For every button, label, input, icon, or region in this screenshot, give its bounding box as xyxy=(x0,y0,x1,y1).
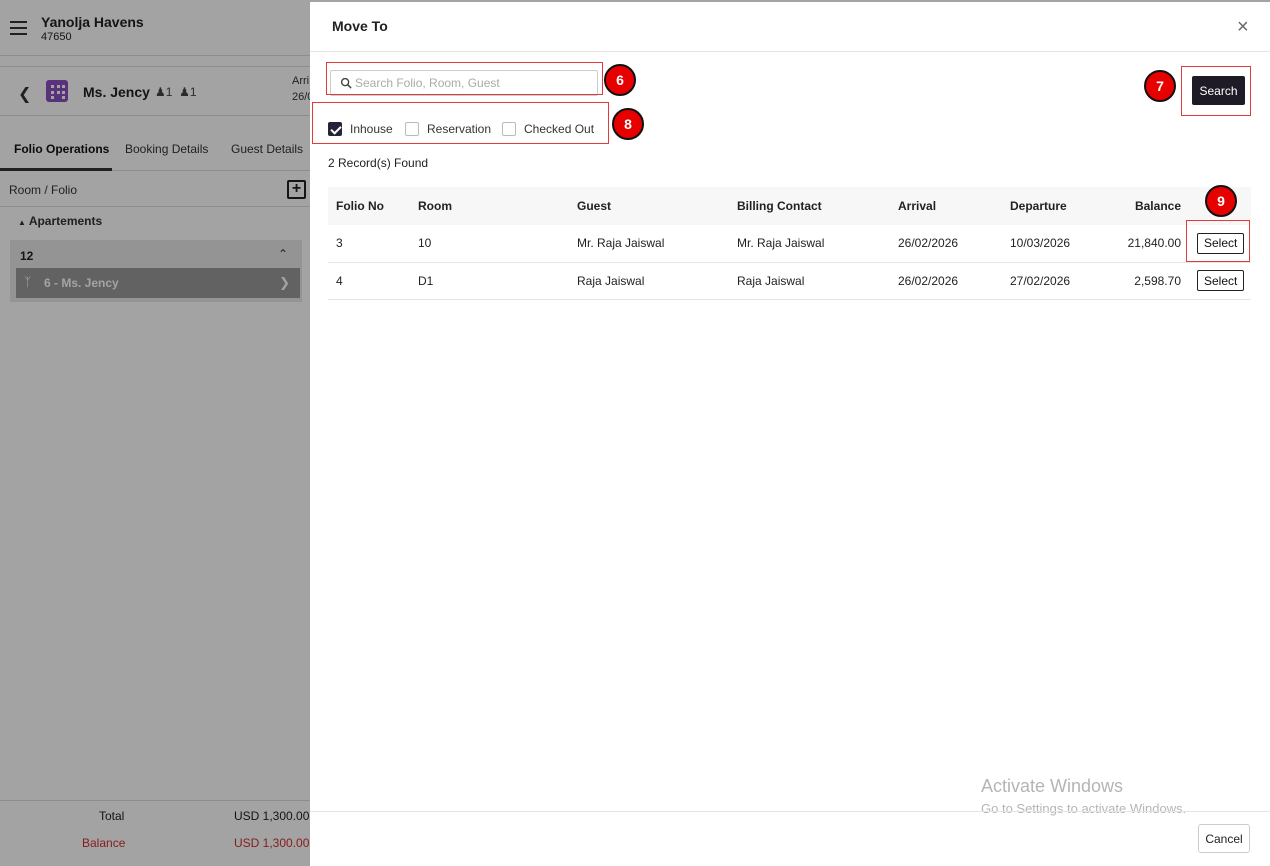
table-header-row: Folio No Room Guest Billing Contact Arri… xyxy=(328,187,1251,225)
cell-billing-contact: Raja Jaiswal xyxy=(729,262,890,300)
cell-departure: 10/03/2026 xyxy=(1002,225,1108,263)
cell-room: D1 xyxy=(410,262,569,300)
cell-arrival: 26/02/2026 xyxy=(890,225,1002,263)
search-box xyxy=(330,70,598,96)
col-balance: Balance xyxy=(1134,199,1181,213)
cell-departure: 27/02/2026 xyxy=(1002,262,1108,300)
footer-divider xyxy=(310,811,1270,812)
reservation-label: Reservation xyxy=(427,122,492,136)
close-icon[interactable]: × xyxy=(1237,17,1249,37)
cell-folio-no: 4 xyxy=(328,262,410,300)
table-row: 4 D1 Raja Jaiswal Raja Jaiswal 26/02/202… xyxy=(328,262,1251,300)
cell-action: Select xyxy=(1189,262,1251,300)
step-marker-7: 7 xyxy=(1144,70,1176,102)
step-marker-8: 8 xyxy=(612,108,644,140)
dialog-title: Move To xyxy=(332,18,388,34)
header-divider xyxy=(310,51,1270,52)
col-arrival: Arrival xyxy=(898,199,937,213)
move-to-dialog: Move To × Search Inhouse Reservation Che… xyxy=(310,2,1270,866)
select-button[interactable]: Select xyxy=(1197,270,1245,291)
activation-watermark-title: Activate Windows xyxy=(981,776,1124,796)
cell-folio-no: 3 xyxy=(328,225,410,263)
step-marker-6: 6 xyxy=(604,64,636,96)
col-room: Room xyxy=(418,199,452,213)
cell-billing-contact: Mr. Raja Jaiswal xyxy=(729,225,890,263)
cell-guest: Raja Jaiswal xyxy=(569,262,729,300)
records-found: 2 Record(s) Found xyxy=(328,156,429,170)
table-row: 3 10 Mr. Raja Jaiswal Mr. Raja Jaiswal 2… xyxy=(328,225,1251,263)
cell-guest: Mr. Raja Jaiswal xyxy=(569,225,729,263)
reservation-checkbox[interactable] xyxy=(405,122,419,136)
search-input[interactable] xyxy=(355,73,591,93)
cell-room: 10 xyxy=(410,225,569,263)
cancel-button[interactable]: Cancel xyxy=(1198,824,1250,853)
cell-arrival: 26/02/2026 xyxy=(890,262,1002,300)
checked-out-checkbox[interactable] xyxy=(502,122,516,136)
checked-out-label: Checked Out xyxy=(524,122,595,136)
cell-balance: 21,840.00 xyxy=(1108,225,1189,263)
cell-action: Select xyxy=(1189,225,1251,263)
activation-watermark-subtitle: Go to Settings to activate Windows. xyxy=(981,801,1187,816)
inhouse-checkbox[interactable] xyxy=(328,122,342,136)
col-departure: Departure xyxy=(1010,199,1067,213)
cell-balance: 2,598.70 xyxy=(1108,262,1189,300)
step-marker-9: 9 xyxy=(1205,185,1237,217)
col-billing-contact: Billing Contact xyxy=(737,199,822,213)
search-button[interactable]: Search xyxy=(1192,76,1245,105)
inhouse-label: Inhouse xyxy=(350,122,393,136)
select-button[interactable]: Select xyxy=(1197,232,1245,254)
col-guest: Guest xyxy=(577,199,612,213)
col-folio-no: Folio No xyxy=(336,199,384,213)
search-icon xyxy=(340,77,352,89)
folio-results-table: Folio No Room Guest Billing Contact Arri… xyxy=(328,187,1251,300)
